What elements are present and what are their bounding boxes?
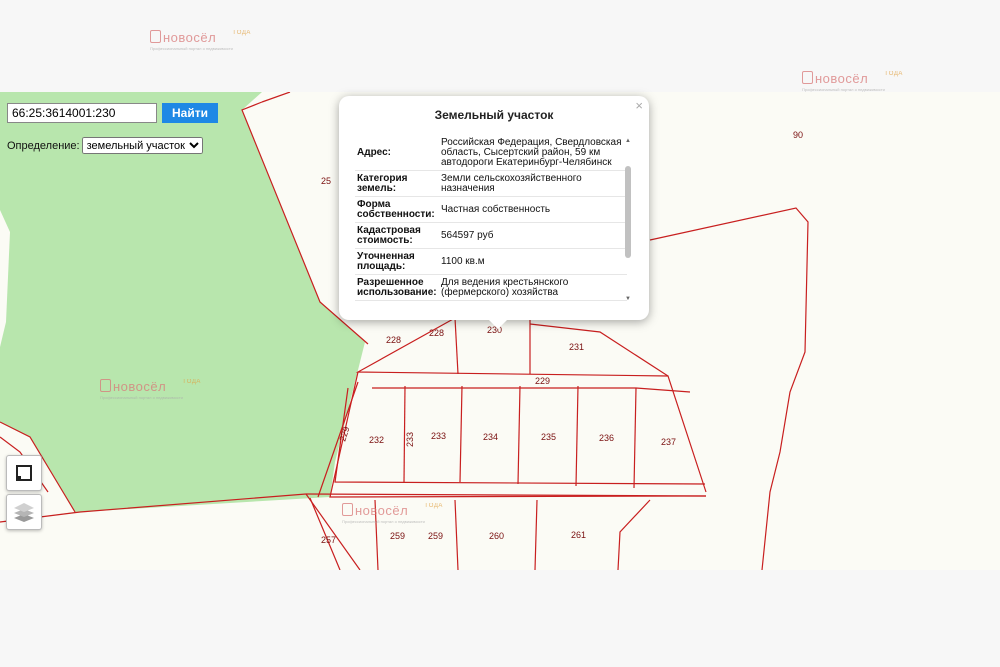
house-icon xyxy=(100,379,111,392)
plot-label[interactable]: 232 xyxy=(369,435,384,445)
plot-label[interactable]: 25 xyxy=(321,176,331,186)
square-select-icon xyxy=(16,465,32,481)
plot-label[interactable]: 228 xyxy=(386,335,401,345)
house-icon xyxy=(802,71,813,84)
attribute-key: Категория земель: xyxy=(355,170,439,197)
watermark-logo: новосёл ГОДА Профессиональный портал о нед… xyxy=(802,71,903,92)
plot-label[interactable]: 233 xyxy=(405,432,415,447)
plot-label[interactable]: 229 xyxy=(535,376,550,386)
watermark-logo: новосёл ГОДА Профессиональный портал о нед… xyxy=(342,503,443,524)
plot-label[interactable]: 233 xyxy=(431,431,446,441)
attribute-key: Разрешенное использование: xyxy=(355,274,439,301)
plot-label[interactable]: 259 xyxy=(390,531,405,541)
popup-body[interactable]: Адрес: Российская Федерация, Свердловская… xyxy=(355,136,633,306)
plot-label[interactable]: 261 xyxy=(571,530,586,540)
plot-label[interactable]: 228 xyxy=(429,328,444,338)
watermark-logo: новосёл ГОДА Профессиональный портал о нед… xyxy=(100,379,201,400)
definition-row: Определение: земельный участок xyxy=(7,137,203,154)
attribute-row: Уточненная площадь: 1100 кв.м xyxy=(355,248,627,275)
attribute-row: Категория земель: Земли сельскохозяйствен… xyxy=(355,170,627,197)
attribute-value: Для ведения крестьянского (фермерского) … xyxy=(439,274,627,301)
parcel-info-popup: Земельный участок × Адрес: Российская Фед… xyxy=(339,96,649,329)
attribute-key: Кадастровая стоимость: xyxy=(355,222,439,249)
attribute-value: Частная собственность xyxy=(439,196,627,223)
search-button[interactable]: Найти xyxy=(162,103,218,123)
plot-label[interactable]: 231 xyxy=(569,342,584,352)
attribute-value: Российская Федерация, Свердловская облас… xyxy=(439,136,627,171)
forest-area xyxy=(0,92,365,522)
attribute-key: Форма собственности: xyxy=(355,196,439,223)
scroll-up-icon[interactable]: ▲ xyxy=(623,138,633,144)
parcel-attributes-table: Адрес: Российская Федерация, Свердловская… xyxy=(355,136,627,301)
plot-label[interactable]: 235 xyxy=(541,432,556,442)
attribute-key: Уточненная площадь: xyxy=(355,248,439,275)
attribute-row: Адрес: Российская Федерация, Свердловская… xyxy=(355,136,627,171)
house-icon xyxy=(150,30,161,43)
popup-scrollbar[interactable]: ▲ ▼ xyxy=(623,136,633,304)
plot-label[interactable]: 260 xyxy=(489,531,504,541)
attribute-row: Разрешенное использование: Для ведения кр… xyxy=(355,274,627,301)
attribute-value: 564597 руб xyxy=(439,222,627,249)
plot-label[interactable]: 236 xyxy=(599,433,614,443)
cadastral-search-input[interactable] xyxy=(7,103,157,123)
popup-pointer xyxy=(489,320,507,329)
attribute-row: Кадастровая стоимость: 564597 руб xyxy=(355,222,627,249)
house-icon xyxy=(342,503,353,516)
attribute-row: Форма собственности: Частная собственност… xyxy=(355,196,627,223)
definition-label: Определение: xyxy=(7,139,80,152)
plot-label[interactable]: 257 xyxy=(321,535,336,545)
definition-select[interactable]: земельный участок xyxy=(81,137,203,154)
draw-tool-button[interactable] xyxy=(6,455,42,491)
attribute-value: Земли сельскохозяйственного назначения xyxy=(439,170,627,197)
watermark-logo: новосёл ГОДА Профессиональный портал о нед… xyxy=(150,30,251,51)
plot-label[interactable]: 237 xyxy=(661,437,676,447)
plot-label[interactable]: 234 xyxy=(483,432,498,442)
scroll-thumb[interactable] xyxy=(625,166,631,258)
layers-tool-button[interactable] xyxy=(6,494,42,530)
plot-label[interactable]: 259 xyxy=(428,531,443,541)
plot-label[interactable]: 90 xyxy=(793,130,803,140)
scroll-down-icon[interactable]: ▼ xyxy=(623,296,633,302)
close-icon[interactable]: × xyxy=(635,98,643,113)
search-bar: Найти xyxy=(7,103,218,123)
popup-title: Земельный участок xyxy=(434,108,554,122)
attribute-value: 1100 кв.м xyxy=(439,248,627,275)
attribute-key: Адрес: xyxy=(355,136,439,171)
layers-icon xyxy=(14,503,34,522)
